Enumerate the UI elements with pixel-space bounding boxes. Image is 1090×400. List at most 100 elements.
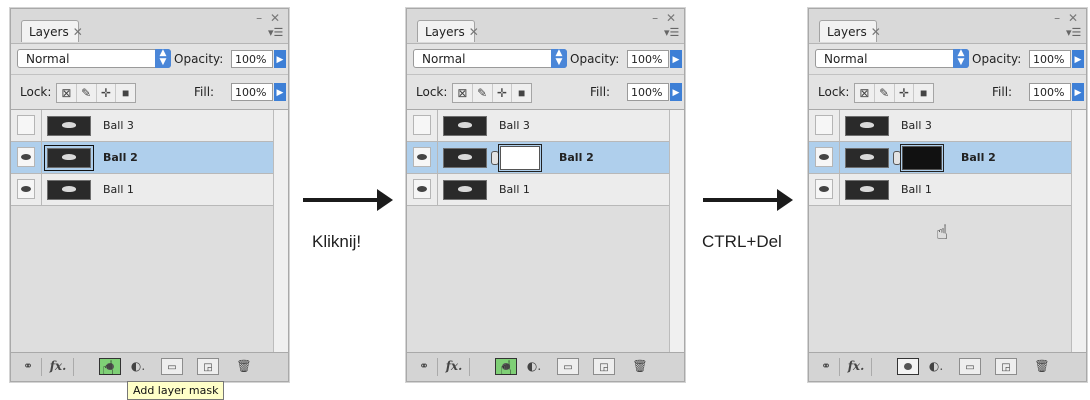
new-group-icon[interactable]: ▭ bbox=[557, 358, 579, 375]
lock-all-icon[interactable]: ■ bbox=[116, 84, 135, 102]
layer-name: Ball 1 bbox=[103, 183, 134, 196]
layers-tab[interactable]: Layers ✕ bbox=[819, 20, 881, 42]
visibility-toggle-icon[interactable] bbox=[413, 115, 431, 135]
lock-transparency-icon[interactable]: ⊠ bbox=[57, 84, 77, 102]
opacity-slider-arrow-icon[interactable]: ▶ bbox=[274, 50, 286, 68]
eye-icon[interactable] bbox=[17, 179, 35, 199]
select-arrows-icon: ▲ ▼ bbox=[155, 49, 171, 68]
fill-field[interactable]: 100% bbox=[627, 83, 669, 101]
adjustment-layer-icon[interactable]: ◐. bbox=[127, 358, 149, 375]
layer-row-ball-2[interactable]: Ball 2 bbox=[809, 142, 1071, 174]
layer-thumbnail bbox=[47, 116, 91, 136]
layers-tab[interactable]: Layers ✕ bbox=[417, 20, 479, 42]
fill-slider-arrow-icon[interactable]: ▶ bbox=[1072, 83, 1084, 101]
link-icon[interactable]: ⚭ bbox=[413, 358, 435, 375]
layer-row-ball-1[interactable]: Ball 1 bbox=[809, 174, 1071, 206]
opacity-field[interactable]: 100% bbox=[1029, 50, 1071, 68]
panel-menu-icon[interactable]: ▾☰ bbox=[268, 27, 283, 39]
fx-icon[interactable]: fx. bbox=[47, 358, 69, 375]
lock-all-icon[interactable]: ■ bbox=[914, 84, 933, 102]
opacity-slider-arrow-icon[interactable]: ▶ bbox=[1072, 50, 1084, 68]
opacity-slider-arrow-icon[interactable]: ▶ bbox=[670, 50, 682, 68]
layer-mask-thumbnail[interactable] bbox=[498, 144, 542, 172]
mask-link-icon[interactable] bbox=[893, 151, 901, 165]
eye-icon[interactable] bbox=[413, 147, 431, 167]
lock-position-icon[interactable]: ✛ bbox=[493, 84, 513, 102]
hand-cursor-icon: ☝ bbox=[102, 356, 115, 380]
layer-name: Ball 2 bbox=[103, 151, 138, 164]
new-group-icon[interactable]: ▭ bbox=[161, 358, 183, 375]
scrollbar[interactable] bbox=[1072, 110, 1086, 352]
fx-icon[interactable]: fx. bbox=[443, 358, 465, 375]
close-tab-icon[interactable]: ✕ bbox=[871, 25, 881, 39]
layer-row-ball-1[interactable]: Ball 1 bbox=[407, 174, 669, 206]
layer-row-ball-2[interactable]: Ball 2 bbox=[11, 142, 273, 174]
layer-row-ball-1[interactable]: Ball 1 bbox=[11, 174, 273, 206]
fill-slider-arrow-icon[interactable]: ▶ bbox=[670, 83, 682, 101]
layer-row-ball-3[interactable]: Ball 3 bbox=[11, 110, 273, 142]
add-layer-mask-icon[interactable] bbox=[897, 358, 919, 375]
layer-name: Ball 1 bbox=[499, 183, 530, 196]
fill-slider-arrow-icon[interactable]: ▶ bbox=[274, 83, 286, 101]
new-layer-icon[interactable]: ◲ bbox=[593, 358, 615, 375]
blend-mode-select[interactable]: Normal ▲ ▼ bbox=[17, 49, 171, 68]
mask-link-icon[interactable] bbox=[491, 151, 499, 165]
window-controls[interactable]: – ✕ bbox=[652, 11, 678, 25]
trash-icon[interactable]: 🗑 bbox=[233, 358, 255, 375]
lock-pixels-icon[interactable]: ✎ bbox=[77, 84, 97, 102]
fx-icon[interactable]: fx. bbox=[845, 358, 867, 375]
layers-tab[interactable]: Layers ✕ bbox=[21, 20, 83, 42]
lock-transparency-icon[interactable]: ⊠ bbox=[855, 84, 875, 102]
link-icon[interactable]: ⚭ bbox=[17, 358, 39, 375]
lock-buttons: ⊠ ✎ ✛ ■ bbox=[56, 83, 136, 103]
scrollbar[interactable] bbox=[670, 110, 684, 352]
adjustment-layer-icon[interactable]: ◐. bbox=[523, 358, 545, 375]
lock-transparency-icon[interactable]: ⊠ bbox=[453, 84, 473, 102]
lock-position-icon[interactable]: ✛ bbox=[895, 84, 915, 102]
visibility-toggle-icon[interactable] bbox=[17, 115, 35, 135]
eye-icon[interactable] bbox=[413, 179, 431, 199]
layers-tab-label: Layers bbox=[425, 25, 465, 39]
lock-buttons: ⊠ ✎ ✛ ■ bbox=[854, 83, 934, 103]
new-layer-icon[interactable]: ◲ bbox=[197, 358, 219, 375]
blend-mode-select[interactable]: Normal ▲ ▼ bbox=[815, 49, 969, 68]
lock-pixels-icon[interactable]: ✎ bbox=[875, 84, 895, 102]
lock-position-icon[interactable]: ✛ bbox=[97, 84, 117, 102]
panel-menu-icon[interactable]: ▾☰ bbox=[664, 27, 679, 39]
layer-row-ball-2[interactable]: Ball 2 bbox=[407, 142, 669, 174]
blend-mode-select[interactable]: Normal ▲ ▼ bbox=[413, 49, 567, 68]
layer-thumbnail bbox=[443, 116, 487, 136]
eye-icon[interactable] bbox=[815, 179, 833, 199]
layers-bottom-bar: ⚭ fx. ◐. ▭ ◲ 🗑 bbox=[11, 352, 288, 381]
layer-row-ball-3[interactable]: Ball 3 bbox=[407, 110, 669, 142]
visibility-toggle-icon[interactable] bbox=[815, 115, 833, 135]
layer-mask-thumbnail[interactable] bbox=[900, 144, 944, 172]
opacity-field[interactable]: 100% bbox=[627, 50, 669, 68]
layer-row-ball-3[interactable]: Ball 3 bbox=[809, 110, 1071, 142]
trash-icon[interactable]: 🗑 bbox=[1031, 358, 1053, 375]
lock-label: Lock: bbox=[416, 85, 448, 99]
new-group-icon[interactable]: ▭ bbox=[959, 358, 981, 375]
panel-menu-icon[interactable]: ▾☰ bbox=[1066, 27, 1081, 39]
scrollbar[interactable] bbox=[274, 110, 288, 352]
trash-icon[interactable]: 🗑 bbox=[629, 358, 651, 375]
new-layer-icon[interactable]: ◲ bbox=[995, 358, 1017, 375]
link-icon[interactable]: ⚭ bbox=[815, 358, 837, 375]
eye-icon[interactable] bbox=[17, 147, 35, 167]
close-tab-icon[interactable]: ✕ bbox=[73, 25, 83, 39]
step-arrow-icon bbox=[303, 189, 393, 211]
layers-bottom-bar: ⚭ fx. ◐. ▭ ◲ 🗑 bbox=[407, 352, 684, 381]
adjustment-layer-icon[interactable]: ◐. bbox=[925, 358, 947, 375]
fill-field[interactable]: 100% bbox=[231, 83, 273, 101]
window-controls[interactable]: – ✕ bbox=[256, 11, 282, 25]
hand-cursor-icon: ☝ bbox=[936, 220, 949, 244]
layers-panel-2: – ✕ Layers ✕ ▾☰ Normal ▲ ▼ Opacity: 100% ▶ … bbox=[406, 8, 685, 382]
blend-mode-value: Normal bbox=[422, 52, 466, 66]
fill-field[interactable]: 100% bbox=[1029, 83, 1071, 101]
close-tab-icon[interactable]: ✕ bbox=[469, 25, 479, 39]
lock-pixels-icon[interactable]: ✎ bbox=[473, 84, 493, 102]
eye-icon[interactable] bbox=[815, 147, 833, 167]
lock-all-icon[interactable]: ■ bbox=[512, 84, 531, 102]
window-controls[interactable]: – ✕ bbox=[1054, 11, 1080, 25]
opacity-field[interactable]: 100% bbox=[231, 50, 273, 68]
